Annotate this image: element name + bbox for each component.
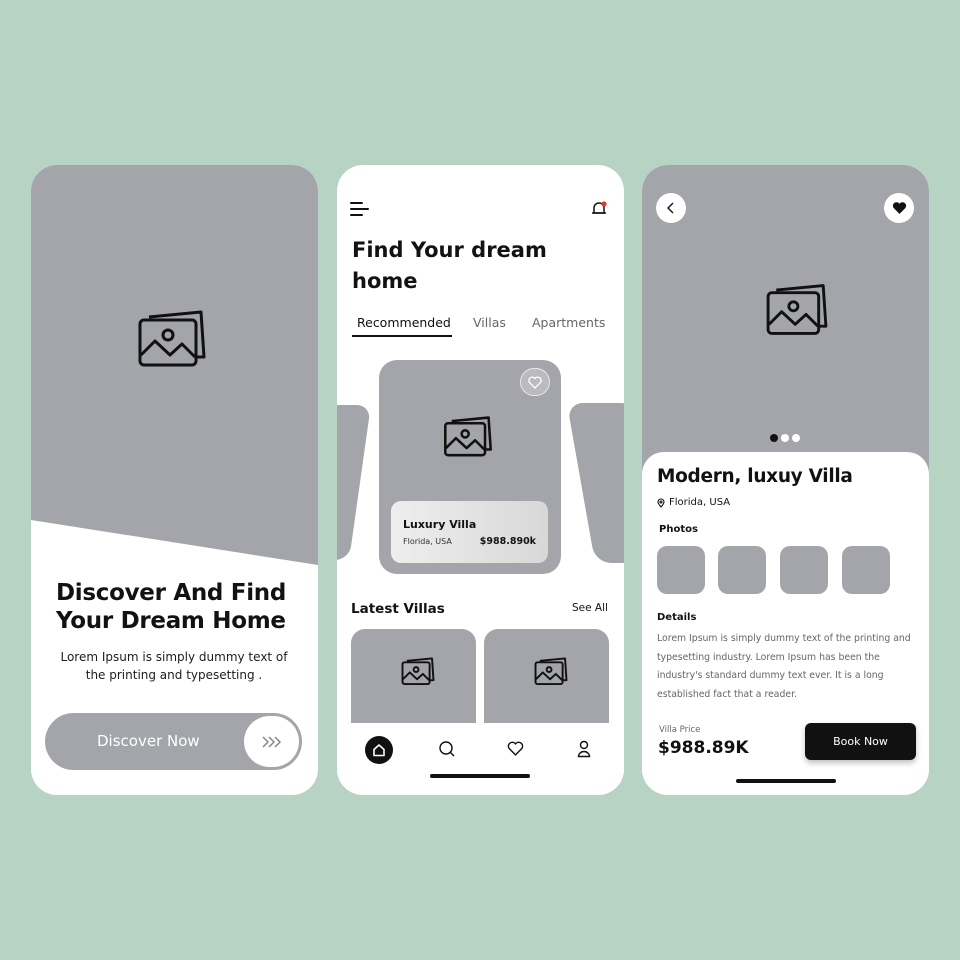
image-placeholder-icon	[765, 281, 829, 337]
bottom-nav	[337, 723, 624, 795]
carousel-dot[interactable]	[781, 434, 789, 442]
home-indicator	[736, 779, 836, 783]
photo-thumbnail[interactable]	[842, 546, 890, 594]
featured-property-card[interactable]: Luxury Villa Florida, USA $988.890k	[379, 360, 561, 574]
carousel-card-previous[interactable]	[337, 405, 371, 560]
photo-thumbnail[interactable]	[780, 546, 828, 594]
image-placeholder-icon	[401, 656, 435, 686]
photo-thumbnail[interactable]	[718, 546, 766, 594]
property-title: Modern, luxuy Villa	[657, 466, 853, 487]
location-pin-icon	[657, 498, 665, 508]
property-location: Florida, USA	[403, 537, 452, 546]
discover-now-label: Discover Now	[97, 732, 200, 750]
details-text: Lorem Ipsum is simply dummy text of the …	[657, 633, 911, 700]
back-button[interactable]	[656, 193, 686, 223]
property-location: Florida, USA	[657, 497, 730, 508]
property-price: $988.890k	[479, 536, 536, 547]
favorite-heart-icon[interactable]	[520, 368, 550, 396]
section-title: Latest Villas	[351, 601, 445, 617]
image-placeholder-icon	[534, 656, 568, 686]
tab-recommended[interactable]: Recommended	[357, 315, 451, 330]
favorite-button[interactable]	[884, 193, 914, 223]
carousel-card-next[interactable]	[566, 403, 624, 563]
see-all-link[interactable]: See All	[572, 602, 608, 614]
headline: Discover And Find Your Dream Home	[56, 580, 287, 634]
image-placeholder-icon	[443, 414, 493, 458]
triple-chevron-right-icon	[261, 735, 283, 748]
heart-filled-icon	[892, 201, 907, 215]
image-placeholder-icon	[137, 307, 207, 369]
property-info-panel: Luxury Villa Florida, USA $988.890k	[391, 501, 548, 563]
page-title: Find Your dream home	[352, 238, 547, 293]
heart-icon[interactable]	[507, 741, 524, 756]
villa-price: $988.89K	[658, 738, 749, 758]
menu-icon[interactable]	[350, 201, 370, 217]
carousel-indicator	[770, 434, 800, 442]
discover-now-slider[interactable]: Discover Now	[45, 713, 302, 770]
details-heading: Details	[657, 612, 697, 623]
home-icon[interactable]	[365, 736, 393, 764]
onboarding-screen: Discover And Find Your Dream Home Lorem …	[31, 165, 318, 795]
photos-heading: Photos	[659, 524, 698, 535]
book-now-button[interactable]: Book Now	[805, 723, 916, 760]
chevron-left-icon	[666, 201, 676, 215]
tab-villas[interactable]: Villas	[473, 315, 506, 330]
property-name: Luxury Villa	[403, 518, 477, 531]
bell-icon[interactable]	[590, 200, 608, 218]
carousel-dot[interactable]	[792, 434, 800, 442]
home-indicator	[430, 774, 530, 778]
active-tab-indicator	[352, 335, 452, 337]
detail-screen: Modern, luxuy Villa Florida, USA Photos …	[642, 165, 929, 795]
user-icon[interactable]	[577, 740, 591, 758]
description-text: Lorem Ipsum is simply dummy text of the …	[60, 650, 288, 682]
home-screen: Find Your dream home Recommended Villas …	[337, 165, 624, 795]
carousel-dot[interactable]	[770, 434, 778, 442]
photo-thumbnail[interactable]	[657, 546, 705, 594]
price-label: Villa Price	[659, 725, 701, 735]
search-icon[interactable]	[438, 740, 456, 758]
tab-apartments[interactable]: Apartments	[532, 315, 605, 330]
slider-knob[interactable]	[244, 716, 299, 767]
location-text: Florida, USA	[669, 497, 731, 508]
